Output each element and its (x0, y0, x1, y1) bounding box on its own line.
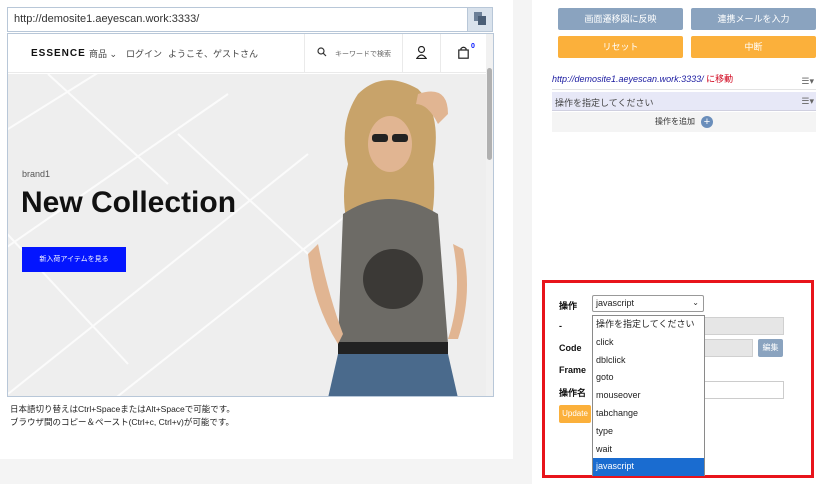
nav-products[interactable]: 商品 ⌄ (89, 47, 117, 60)
step-pending-row[interactable]: 操作を指定してください ☰▾ (552, 92, 816, 111)
option-javascript[interactable]: javascript (593, 458, 704, 477)
add-step-label: 操作を追加 (655, 117, 695, 126)
page-preview[interactable]: ESSENCE 商品 ⌄ ログイン ようこそ、ゲストさん キーワードで検索 0 … (7, 33, 494, 397)
operation-label: 操作 (559, 301, 578, 311)
browser-panel: http://demosite1.aeyescan.work:3333/ ESS… (0, 0, 513, 459)
new-arrivals-button[interactable]: 新入荷アイテムを見る (22, 247, 126, 272)
copy-icon (474, 12, 486, 25)
operation-name-label: 操作名 (559, 388, 587, 398)
step-action: に移動 (703, 74, 734, 84)
copy-url-button[interactable] (467, 8, 492, 31)
chevron-down-icon: ⌄ (109, 49, 118, 59)
option-click[interactable]: click (593, 334, 704, 352)
hint-ime: 日本語切り替えはCtrl+SpaceまたはAlt+Spaceで可能です。 (10, 404, 235, 414)
cart[interactable]: 0 (440, 34, 488, 73)
row-menu-icon[interactable]: ☰▾ (801, 96, 814, 107)
user-icon (416, 46, 427, 59)
chevron-down-icon: ⌄ (692, 298, 699, 307)
abort-button[interactable]: 中断 (691, 36, 816, 58)
frame-label: Frame (559, 365, 587, 375)
option-goto[interactable]: goto (593, 369, 704, 387)
site-search[interactable]: キーワードで検索 (304, 34, 402, 73)
hero-banner: brand1 New Collection 新入荷アイテムを見る (8, 74, 488, 396)
plus-icon: + (701, 115, 713, 128)
nav-login[interactable]: ログイン (126, 47, 162, 60)
option-tabchange[interactable]: tabchange (593, 405, 704, 423)
step-url: http://demosite1.aeyescan.work:3333/ (552, 74, 704, 84)
preview-scrollbar[interactable] (486, 34, 493, 396)
hero-brand-label: brand1 (22, 169, 51, 179)
option-type[interactable]: type (593, 423, 704, 441)
option-placeholder[interactable]: 操作を指定してください (593, 316, 704, 334)
option-mouseover[interactable]: mouseover (593, 387, 704, 405)
operation-select[interactable]: javascript ⌄ (592, 295, 704, 312)
cart-count: 0 (471, 43, 475, 50)
operation-name-input[interactable] (704, 381, 784, 399)
operation-select-value: javascript (596, 298, 635, 308)
hero-title: New Collection (21, 186, 237, 219)
hint-copy-paste: ブラウザ間のコピー＆ペースト(Ctrl+c, Ctrl+v)が可能です。 (10, 417, 234, 427)
operation-dropdown-list[interactable]: 操作を指定してください click dblclick goto mouseove… (592, 315, 705, 477)
reset-button[interactable]: リセット (558, 36, 683, 58)
row-menu-icon[interactable]: ☰▾ (801, 76, 814, 87)
url-text[interactable]: http://demosite1.aeyescan.work:3333/ (14, 13, 199, 25)
option-wait[interactable]: wait (593, 441, 704, 459)
step-placeholder: 操作を指定してください (555, 98, 654, 108)
nav-welcome: ようこそ、ゲストさん (168, 49, 259, 59)
reflect-to-diagram-button[interactable]: 画面遷移図に反映 (558, 8, 683, 30)
url-bar[interactable]: http://demosite1.aeyescan.work:3333/ (7, 7, 493, 32)
add-step-button[interactable]: 操作を追加 + (552, 112, 816, 132)
update-button[interactable]: Update (559, 405, 591, 423)
dash-label: - (559, 321, 562, 331)
model-photo (308, 80, 467, 396)
code-field[interactable] (704, 339, 753, 357)
user-account[interactable] (402, 34, 440, 73)
step-goto-row[interactable]: http://demosite1.aeyescan.work:3333/ に移動… (552, 72, 816, 90)
search-icon (317, 47, 327, 57)
edit-code-button[interactable]: 編集 (758, 339, 783, 357)
option-dblclick[interactable]: dblclick (593, 352, 704, 370)
scenario-panel: 画面遷移図に反映 連携メールを入力 リセット 中断 http://demosit… (532, 0, 827, 484)
site-logo[interactable]: ESSENCE (31, 48, 86, 59)
enter-email-button[interactable]: 連携メールを入力 (691, 8, 816, 30)
search-placeholder: キーワードで検索 (335, 51, 391, 58)
scrollbar-thumb[interactable] (487, 68, 492, 160)
site-header: ESSENCE 商品 ⌄ ログイン ようこそ、ゲストさん キーワードで検索 0 (8, 34, 488, 73)
dash-field[interactable] (704, 317, 784, 335)
shopping-bag-icon (458, 46, 469, 59)
code-label: Code (559, 343, 582, 353)
step-editor: 操作 javascript ⌄ - Code 編集 Frame 操作名 Upda… (542, 280, 814, 478)
